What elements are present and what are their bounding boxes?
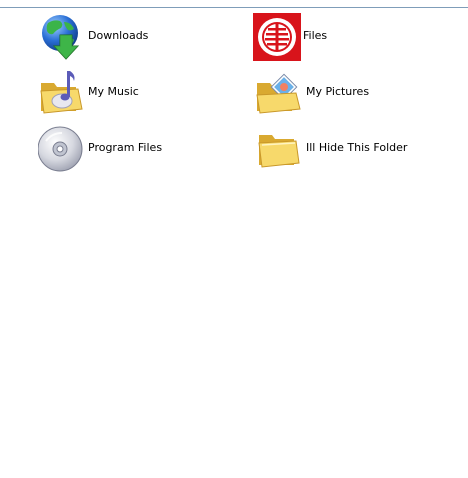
file-item-program-files[interactable]: Program Files (37, 125, 238, 173)
globe-download-icon (38, 13, 86, 61)
file-label: My Pictures (306, 85, 370, 98)
pictures-folder-icon (256, 69, 304, 117)
file-label: My Music (88, 85, 139, 98)
file-item-files[interactable]: Files (253, 13, 453, 61)
folder-icon (256, 125, 304, 173)
file-item-downloads[interactable]: Downloads (38, 13, 238, 61)
file-view: Downloads Files My Music My Pictures Pro… (0, 0, 468, 478)
cd-disc-icon (37, 125, 86, 173)
file-label: Files (303, 29, 328, 42)
element-logo-icon (253, 13, 301, 61)
file-label: Ill Hide This Folder (306, 141, 408, 154)
top-divider (0, 7, 468, 8)
file-item-my-music[interactable]: My Music (38, 69, 238, 117)
file-item-ill-hide-this-folder[interactable]: Ill Hide This Folder (256, 125, 456, 173)
file-item-my-pictures[interactable]: My Pictures (256, 69, 456, 117)
file-label: Program Files (88, 141, 163, 154)
music-folder-icon (38, 69, 86, 117)
file-label: Downloads (88, 29, 149, 42)
